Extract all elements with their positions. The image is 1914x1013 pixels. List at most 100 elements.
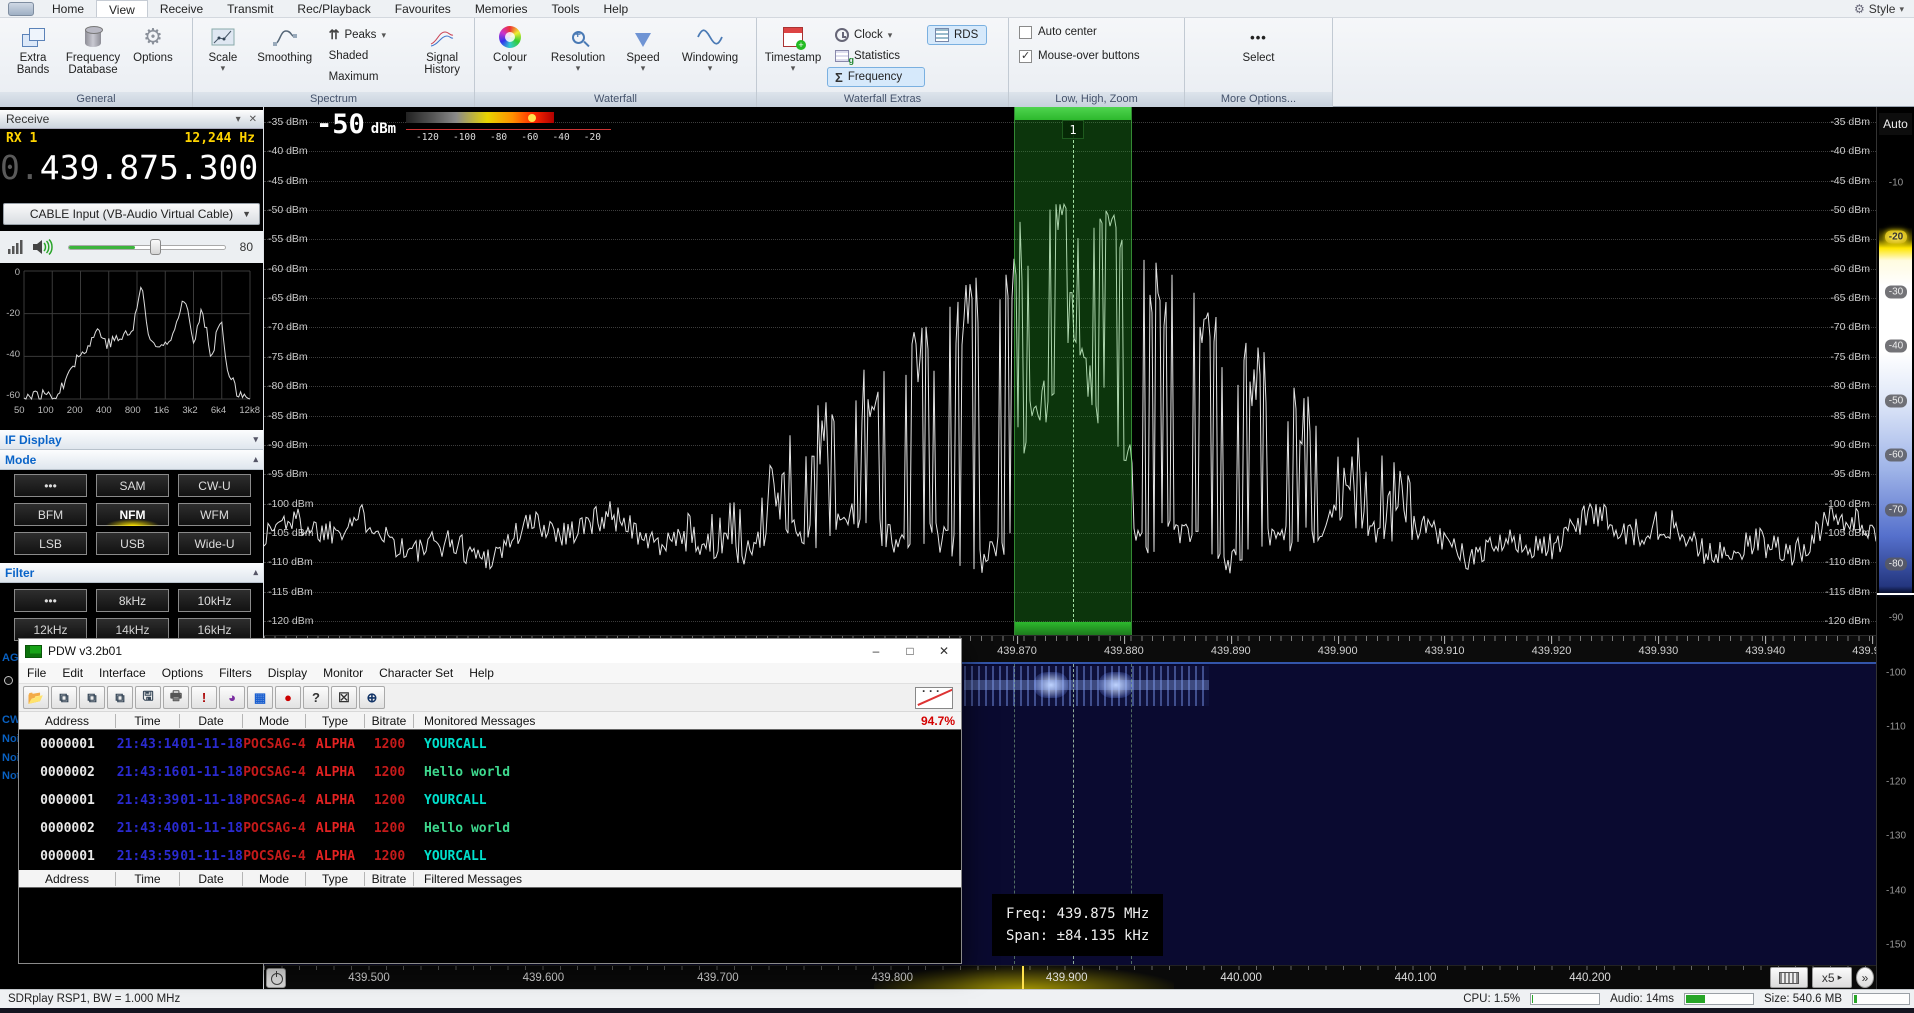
passband-bottom-cap[interactable] <box>1015 622 1131 635</box>
monitored-messages-header[interactable]: Address Time Date Mode Type Bitrate Moni… <box>19 712 961 730</box>
mode-nfm-button[interactable]: NFM <box>96 503 169 526</box>
menu-interface[interactable]: Interface <box>91 666 154 680</box>
column-mode[interactable]: Mode <box>243 714 306 728</box>
minimize-button[interactable]: – <box>859 639 893 663</box>
passband-top-cap[interactable] <box>1015 107 1131 120</box>
menu-display[interactable]: Display <box>260 666 315 680</box>
resolution-button[interactable]: Resolution ▾ <box>543 21 613 87</box>
mode-cwu-button[interactable]: CW-U <box>178 474 251 497</box>
statistics-button[interactable]: Statistics <box>827 46 925 66</box>
auto-center-checkbox[interactable] <box>1019 26 1032 39</box>
volume-slider-knob[interactable] <box>150 239 161 255</box>
record-button[interactable]: ● <box>275 686 301 709</box>
pie-chart-button[interactable]: ◕ <box>219 686 245 709</box>
terminal-button[interactable]: ▦ <box>247 686 273 709</box>
filtered-messages-list[interactable] <box>19 888 961 963</box>
filter-8khz-button[interactable]: 8kHz <box>96 589 169 612</box>
pdw-message-row[interactable]: 000000121:43:5901-11-18POCSAG-4ALPHA1200… <box>19 842 961 870</box>
open-folder-button[interactable]: 📂 <box>23 686 49 709</box>
pdw-decoder-window[interactable]: PDW v3.2b01 – □ ✕ File Edit Interface Op… <box>18 638 962 964</box>
menu-filters[interactable]: Filters <box>211 666 260 680</box>
tuned-frequency[interactable]: 0.439.875.300 <box>0 146 263 187</box>
pdw-message-row[interactable]: 000000121:43:3901-11-18POCSAG-4ALPHA1200… <box>19 786 961 814</box>
shaded-button[interactable]: Shaded <box>321 46 413 66</box>
section-if-display[interactable]: IF Display ▾ <box>0 430 263 450</box>
tab-tools[interactable]: Tools <box>540 0 592 17</box>
copy-button[interactable]: ⧉ <box>51 686 77 709</box>
quick-access-toolbar-icon[interactable] <box>8 2 34 16</box>
receive-panel-header[interactable]: Receive ▾ ✕ <box>0 110 263 129</box>
column-time[interactable]: Time <box>116 872 180 886</box>
menu-edit[interactable]: Edit <box>54 666 91 680</box>
column-filtered-messages[interactable]: Filtered Messages <box>414 872 901 886</box>
style-button[interactable]: ⚙ Style ▾ <box>1844 2 1914 16</box>
speed-button[interactable]: Speed ▾ <box>615 21 671 87</box>
copy-page-button[interactable]: ⧉ <box>79 686 105 709</box>
chevron-up-icon[interactable]: ▴ <box>253 567 258 578</box>
agc-radio-button[interactable] <box>4 676 13 685</box>
mode-sam-button[interactable]: SAM <box>96 474 169 497</box>
smoothing-button[interactable]: Smoothing <box>251 21 319 87</box>
scale-button[interactable]: Scale ▾ <box>197 21 249 87</box>
column-address[interactable]: Address <box>19 872 116 886</box>
maximize-button[interactable]: □ <box>893 639 927 663</box>
noise-floor-marker-line[interactable] <box>1877 593 1914 595</box>
zoom-factor-button[interactable]: x5 ▸ <box>1812 967 1852 988</box>
spectrum-display[interactable]: -35 dBm-35 dBm-40 dBm-40 dBm-45 dBm-45 d… <box>264 107 1876 662</box>
tab-memories[interactable]: Memories <box>463 0 540 17</box>
print-button[interactable]: 🖶 <box>163 686 189 709</box>
globe-button[interactable]: ⊕ <box>359 686 385 709</box>
mouse-over-buttons-checkbox[interactable] <box>1019 50 1032 63</box>
menu-help[interactable]: Help <box>461 666 502 680</box>
power-button[interactable] <box>266 968 286 988</box>
signal-quality-icon[interactable] <box>915 687 953 709</box>
copy-list-button[interactable]: ⧉ <box>107 686 133 709</box>
tuned-frequency-marker[interactable] <box>1022 966 1024 990</box>
fast-forward-button[interactable] <box>1856 967 1874 988</box>
tab-receive[interactable]: Receive <box>148 0 215 17</box>
pdw-title-bar[interactable]: PDW v3.2b01 – □ ✕ <box>19 639 961 663</box>
chevron-up-icon[interactable]: ▴ <box>253 454 258 465</box>
column-address[interactable]: Address <box>19 714 116 728</box>
tab-rec-playback[interactable]: Rec/Playback <box>285 0 382 17</box>
monitored-messages-list[interactable]: 000000121:43:1401-11-18POCSAG-4ALPHA1200… <box>19 730 961 870</box>
extra-bands-button[interactable]: Extra Bands <box>4 21 62 87</box>
colour-button[interactable]: Colour ▾ <box>479 21 541 87</box>
rx-marker-badge[interactable]: 1 <box>1062 120 1084 139</box>
alert-button[interactable]: ! <box>191 686 217 709</box>
filter-more-button[interactable]: ••• <box>14 589 87 612</box>
pdw-message-row[interactable]: 000000221:43:1601-11-18POCSAG-4ALPHA1200… <box>19 758 961 786</box>
auto-center-checkbox-row[interactable]: Auto center <box>1019 21 1097 43</box>
spectrum-plot-area[interactable]: -35 dBm-35 dBm-40 dBm-40 dBm-45 dBm-45 d… <box>264 107 1876 635</box>
clock-button[interactable]: Clock ▾ <box>827 25 925 45</box>
windowing-button[interactable]: Windowing ▾ <box>673 21 747 87</box>
section-filter[interactable]: Filter ▴ <box>0 563 263 583</box>
mode-lsb-button[interactable]: LSB <box>14 532 87 555</box>
column-time[interactable]: Time <box>116 714 180 728</box>
section-mode[interactable]: Mode ▴ <box>0 450 263 470</box>
filtered-messages-header[interactable]: Address Time Date Mode Type Bitrate Filt… <box>19 870 961 888</box>
column-bitrate[interactable]: Bitrate <box>365 872 414 886</box>
column-date[interactable]: Date <box>180 872 243 886</box>
tab-help[interactable]: Help <box>592 0 641 17</box>
audio-device-select[interactable]: CABLE Input (VB-Audio Virtual Cable) ▼ <box>3 203 260 225</box>
band-frequency-bar[interactable]: 439.500439.600439.700439.800439.900440.0… <box>264 965 1876 989</box>
close-button[interactable]: ✕ <box>927 639 961 663</box>
select-button[interactable]: ••• Select <box>1230 21 1288 87</box>
volume-slider[interactable] <box>68 239 226 255</box>
clear-box-button[interactable]: ☒ <box>331 686 357 709</box>
frequency-button[interactable]: Σ Frequency <box>827 67 925 87</box>
maximum-button[interactable]: Maximum <box>321 67 413 87</box>
tab-view[interactable]: View <box>96 0 148 17</box>
mode-wfm-button[interactable]: WFM <box>178 503 251 526</box>
scale-tick-label[interactable]: -20 <box>1877 231 1914 244</box>
mode-wideu-button[interactable]: Wide-U <box>178 532 251 555</box>
mode-bfm-button[interactable]: BFM <box>14 503 87 526</box>
menu-monitor[interactable]: Monitor <box>315 666 371 680</box>
save-button[interactable]: 🖫 <box>135 686 161 709</box>
speaker-icon[interactable] <box>32 239 54 255</box>
tab-favourites[interactable]: Favourites <box>383 0 463 17</box>
mouse-over-buttons-checkbox-row[interactable]: Mouse-over buttons <box>1019 45 1140 67</box>
menu-file[interactable]: File <box>19 666 54 680</box>
peaks-button[interactable]: ⇈ Peaks ▾ <box>321 25 413 45</box>
